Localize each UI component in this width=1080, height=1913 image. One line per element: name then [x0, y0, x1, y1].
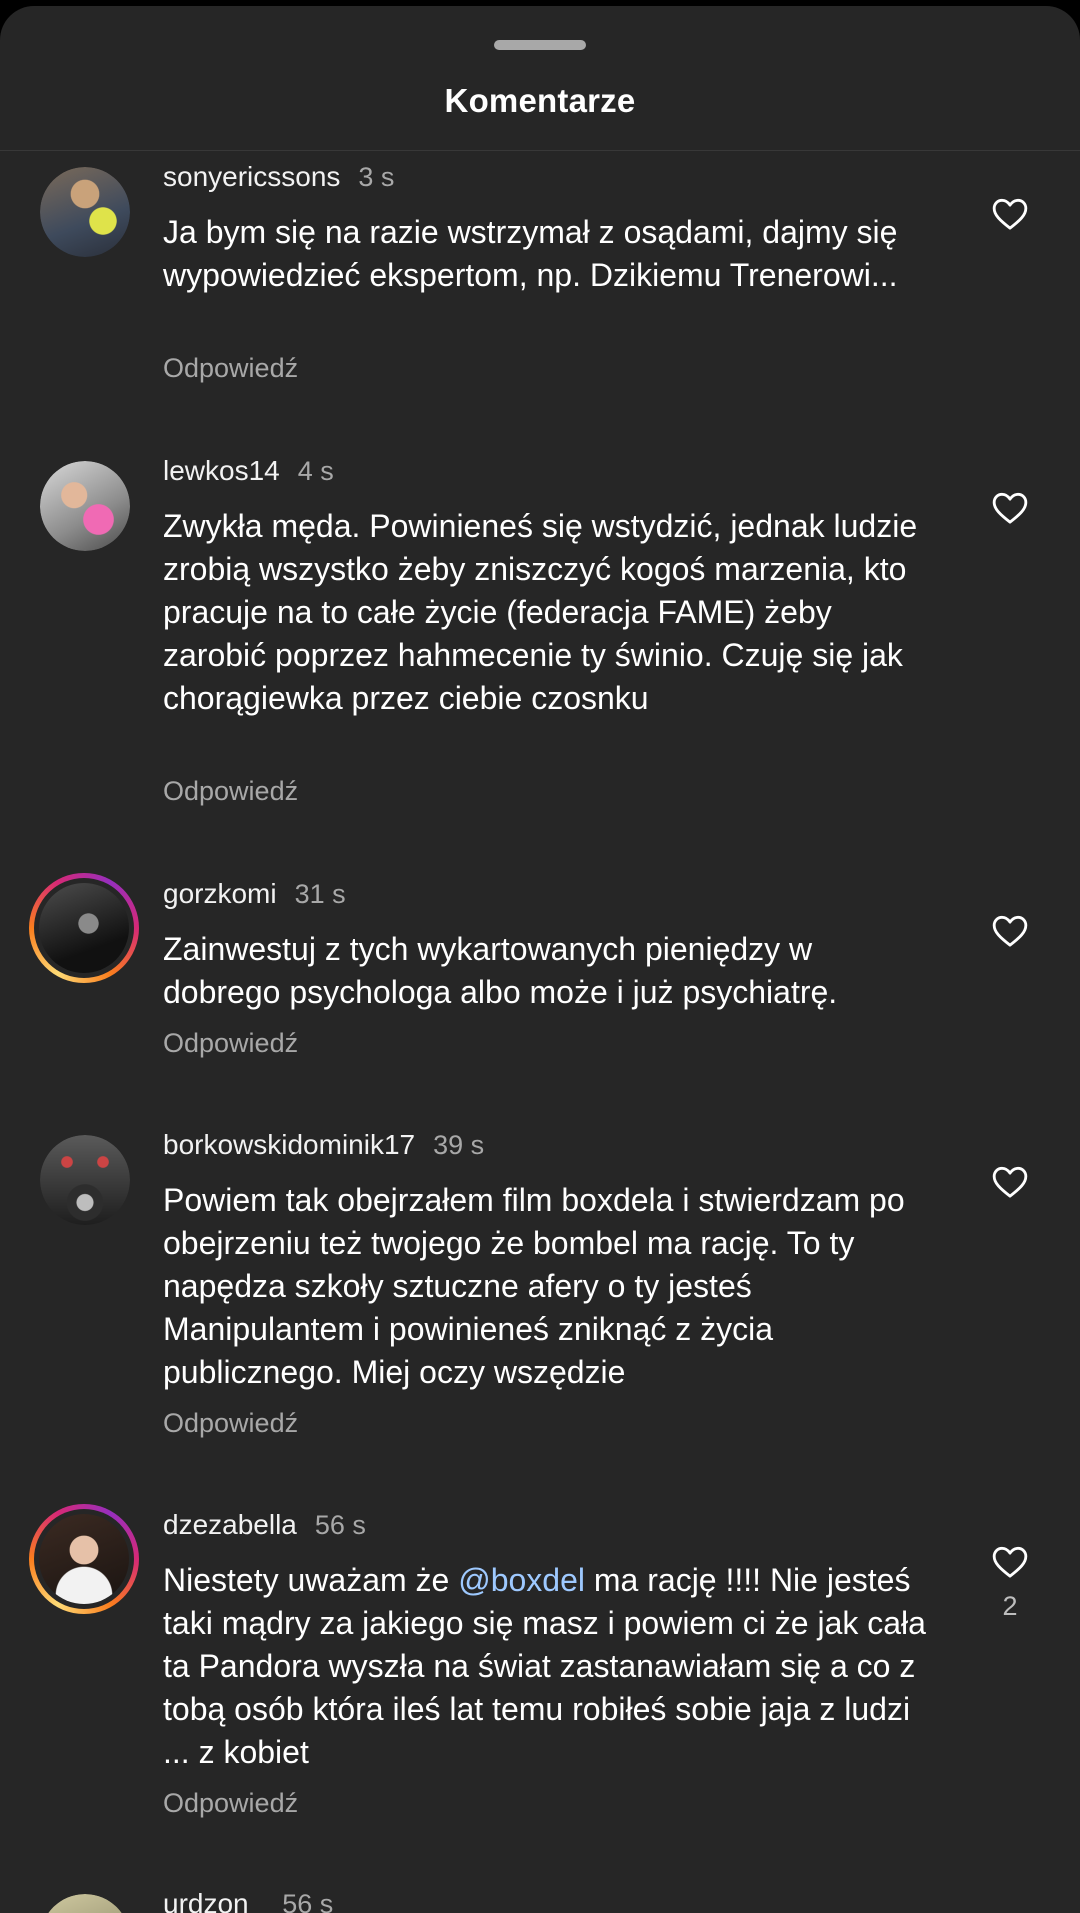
comment-text: Powiem tak obejrzałem film boxdela i stw…	[163, 1182, 914, 1390]
comments-sheet: Komentarze sonyericssons 3 s Ja bym się …	[0, 6, 1080, 1913]
avatar[interactable]	[40, 1135, 130, 1225]
mention-link[interactable]: @boxdel	[458, 1562, 585, 1598]
heart-outline-icon	[992, 915, 1028, 947]
reply-button[interactable]: Odpowiedź	[163, 1788, 298, 1819]
heart-outline-icon	[992, 492, 1028, 524]
like-button[interactable]	[990, 1162, 1030, 1202]
comment-text: Niestety uważam że @boxdel ma rację !!!!…	[163, 1559, 933, 1774]
avatar-image	[39, 1514, 129, 1604]
comment-time: 56 s	[282, 1888, 334, 1913]
comment-username[interactable]: borkowskidominik17	[163, 1129, 415, 1161]
comment-username[interactable]: urdzon_	[163, 1888, 264, 1913]
avatar-image	[40, 1135, 130, 1225]
comment-text: Zainwestuj z tych wykartowanych pieniędz…	[163, 931, 838, 1010]
comment-time: 4 s	[297, 455, 334, 486]
avatar-image	[40, 167, 130, 257]
like-count[interactable]: 2	[990, 1591, 1030, 1622]
like-button[interactable]	[990, 1542, 1030, 1582]
avatar-image	[40, 461, 130, 551]
avatar-image	[40, 1894, 130, 1913]
avatar-story-ring[interactable]	[29, 873, 139, 983]
comment-time: 56 s	[314, 1509, 366, 1540]
comment-text-part: Niestety uważam że	[163, 1562, 459, 1598]
comment-time: 3 s	[358, 161, 395, 192]
heart-outline-icon	[992, 198, 1028, 230]
like-button[interactable]	[990, 194, 1030, 234]
comment-username[interactable]: sonyericssons	[163, 161, 340, 193]
heart-outline-icon	[992, 1166, 1028, 1198]
comment-username[interactable]: dzezabella	[163, 1509, 297, 1541]
like-button[interactable]	[990, 911, 1030, 951]
heart-outline-icon	[992, 1546, 1028, 1578]
like-button[interactable]	[990, 488, 1030, 528]
comment-time: 31 s	[294, 878, 346, 909]
header-divider	[0, 150, 1080, 151]
avatar-story-ring[interactable]	[29, 1504, 139, 1614]
avatar[interactable]	[40, 461, 130, 551]
reply-button[interactable]: Odpowiedź	[163, 353, 298, 384]
reply-button[interactable]: Odpowiedź	[163, 776, 298, 807]
comment-text: Zwykła męda. Powinieneś się wstydzić, je…	[163, 508, 926, 716]
sheet-title: Komentarze	[444, 82, 636, 119]
comment-username[interactable]: lewkos14	[163, 455, 280, 487]
reply-button[interactable]: Odpowiedź	[163, 1408, 298, 1439]
comment-username[interactable]: gorzkomi	[163, 878, 277, 910]
avatar[interactable]	[40, 167, 130, 257]
avatar-image	[39, 883, 129, 973]
comment-text: Ja bym się na razie wstrzymał z osądami,…	[163, 214, 907, 293]
reply-button[interactable]: Odpowiedź	[163, 1028, 298, 1059]
comment-time: 39 s	[433, 1129, 485, 1160]
drag-handle[interactable]	[494, 40, 586, 50]
avatar[interactable]	[40, 1894, 130, 1913]
